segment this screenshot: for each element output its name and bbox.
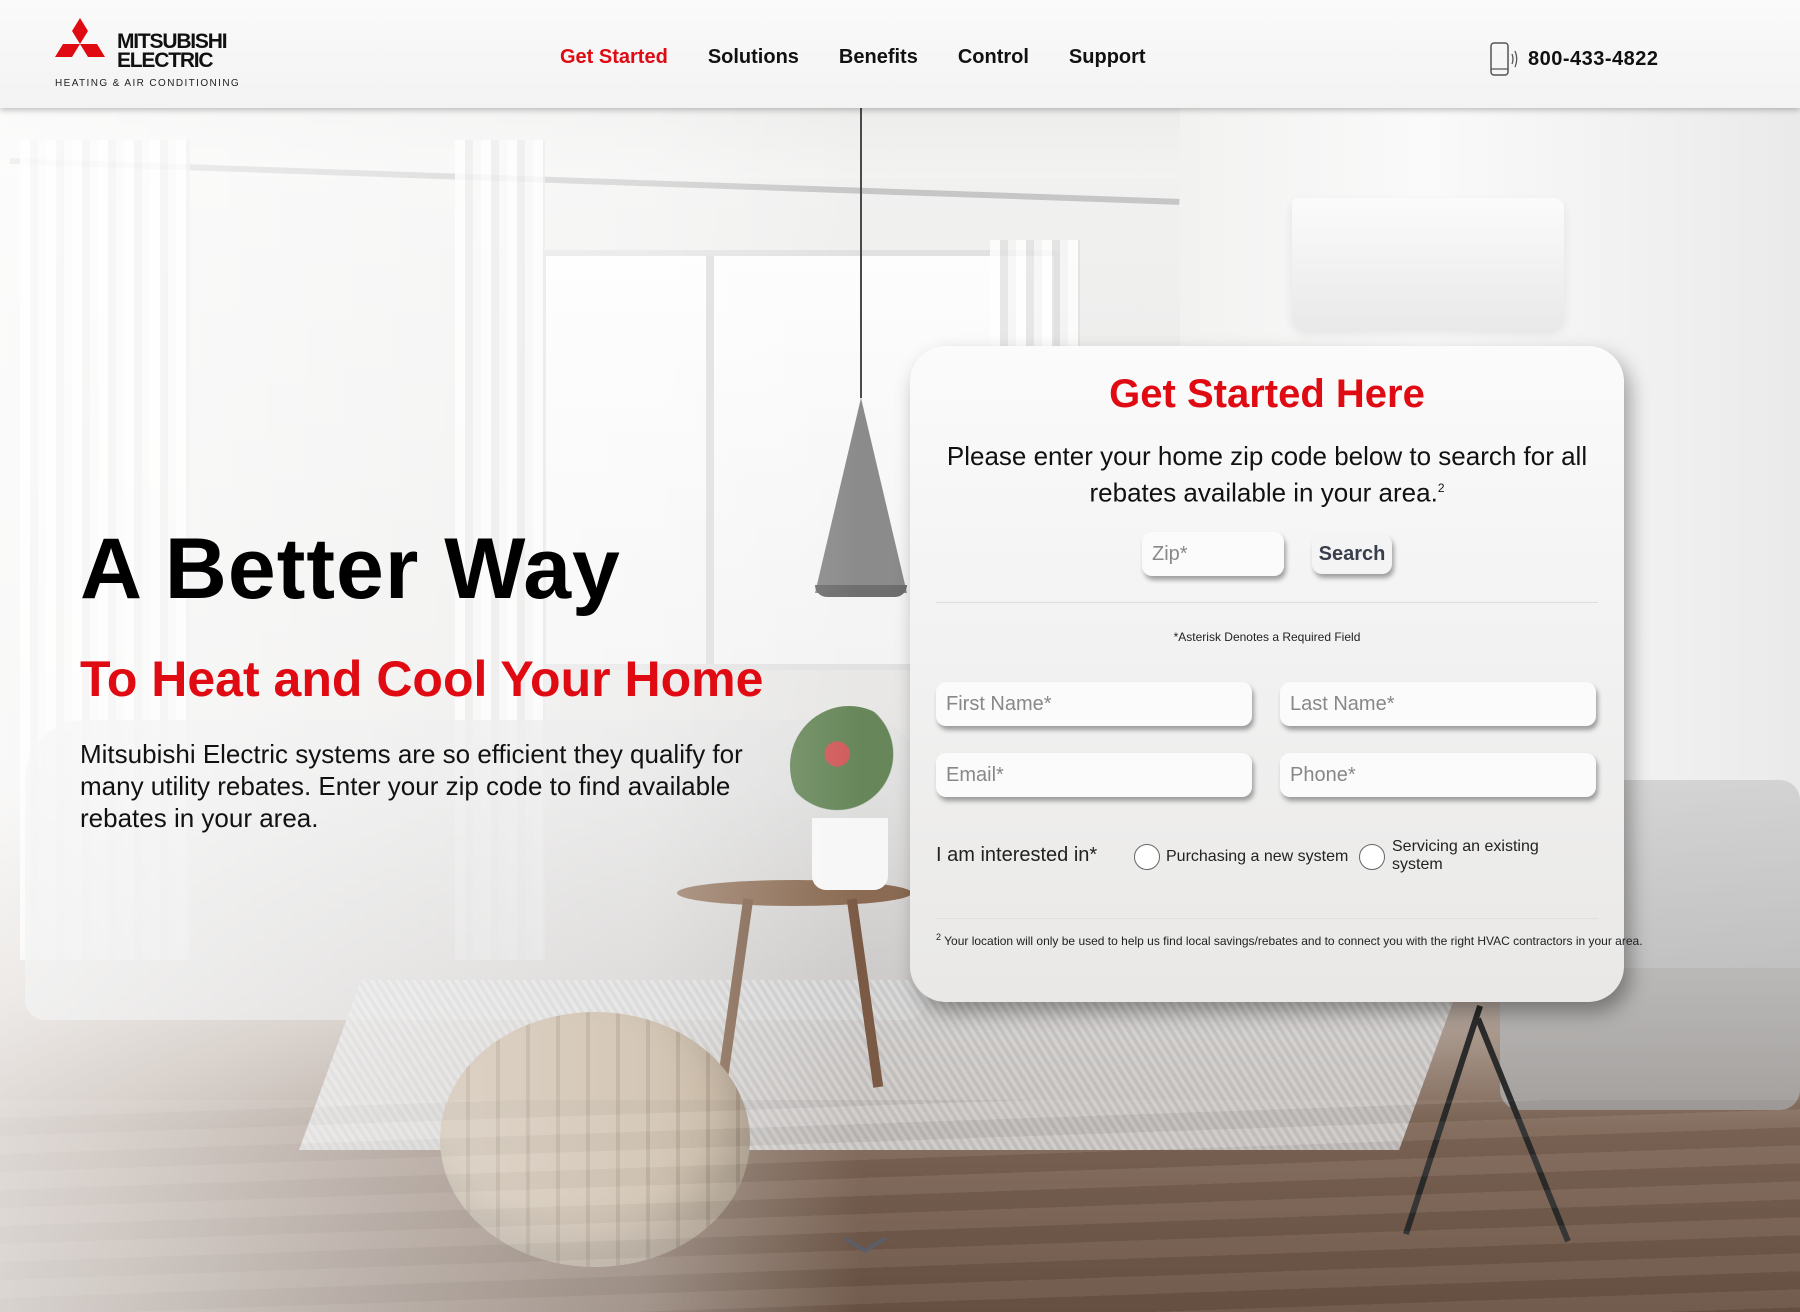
nav-get-started[interactable]: Get Started: [560, 46, 668, 69]
divider: [936, 918, 1598, 919]
zip-input[interactable]: [1142, 532, 1284, 576]
chevron-down-icon[interactable]: [843, 1236, 887, 1256]
footnote-ref: 2: [1437, 481, 1445, 495]
background-overlay: [0, 108, 860, 1312]
radio-label-purchasing[interactable]: Purchasing a new system: [1166, 848, 1348, 866]
main-nav: Get Started Solutions Benefits Control S…: [560, 46, 1146, 69]
required-field-note: *Asterisk Denotes a Required Field: [1173, 630, 1361, 644]
first-name-input[interactable]: [936, 682, 1252, 726]
radio-purchasing-new-system[interactable]: [1134, 844, 1160, 870]
last-name-input[interactable]: [1280, 682, 1596, 726]
location-footnote: 2 Your location will only be used to hel…: [936, 932, 1643, 948]
footnote-number: 2: [936, 932, 942, 942]
brand-tagline: HEATING & AIR CONDITIONING: [55, 78, 241, 89]
mobile-phone-icon: [1490, 42, 1518, 76]
search-button[interactable]: Search: [1312, 534, 1392, 574]
nav-control[interactable]: Control: [958, 46, 1029, 69]
pendant-wire: [860, 108, 862, 398]
wall-ac-unit: [1292, 198, 1564, 330]
hero-description: Mitsubishi Electric systems are so effic…: [80, 739, 743, 833]
nav-solutions[interactable]: Solutions: [708, 46, 799, 69]
hero-subtitle: To Heat and Cool Your Home: [80, 651, 764, 707]
form-intro: Please enter your home zip code below to…: [940, 440, 1594, 509]
nav-support[interactable]: Support: [1069, 46, 1146, 69]
email-input[interactable]: [936, 753, 1252, 797]
phone-link[interactable]: 800-433-4822: [1490, 42, 1659, 76]
form-intro-text: Please enter your home zip code below to…: [946, 441, 1588, 508]
brand-name-line2: ELECTRIC: [117, 49, 214, 72]
radio-label-servicing[interactable]: Servicing an existing system: [1392, 838, 1562, 874]
hero-title: A Better Way: [80, 521, 621, 617]
brand-wordmark: MITSUBISHI ELECTRIC: [117, 31, 228, 72]
radio-servicing-existing-system[interactable]: [1359, 844, 1385, 870]
phone-input[interactable]: [1280, 753, 1596, 797]
form-title: Get Started Here: [1109, 372, 1425, 416]
phone-number: 800-433-4822: [1528, 47, 1659, 70]
mitsubishi-three-diamonds-icon: [55, 18, 105, 57]
footnote-text: Your location will only be used to help …: [944, 934, 1643, 948]
brand-logo[interactable]: MITSUBISHI ELECTRIC HEATING & AIR CONDIT…: [55, 18, 239, 92]
divider: [936, 602, 1598, 603]
interest-label: I am interested in*: [936, 844, 1098, 866]
site-header: MITSUBISHI ELECTRIC HEATING & AIR CONDIT…: [0, 0, 1800, 108]
get-started-form-card: Get Started Here Please enter your home …: [910, 346, 1643, 1002]
nav-benefits[interactable]: Benefits: [839, 46, 918, 69]
